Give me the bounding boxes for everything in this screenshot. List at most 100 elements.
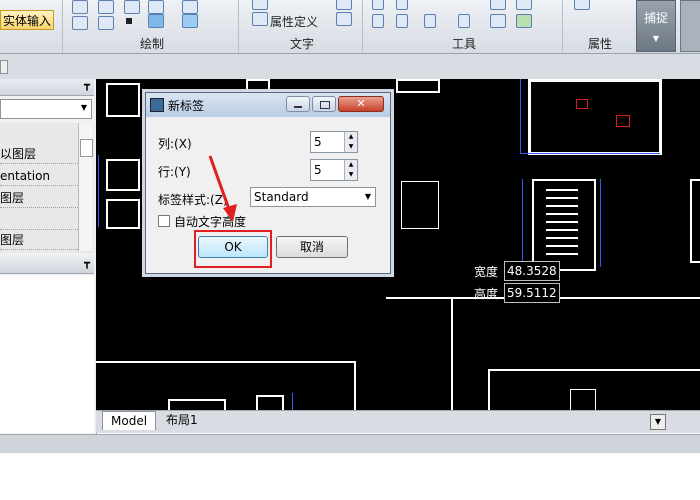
layer-list: 以图层 entation 图层 图层 [0, 123, 94, 253]
draw-group-label: 绘制 [140, 37, 165, 51]
minimize-button[interactable] [286, 96, 310, 112]
cad-shelves [546, 183, 578, 261]
cad-wall-line [451, 297, 453, 410]
minimize-icon [294, 106, 302, 108]
point-icon[interactable] [126, 18, 132, 24]
tool-icon[interactable] [396, 0, 408, 10]
properties-area [0, 299, 94, 433]
tool-icon[interactable] [372, 14, 384, 28]
edit-icon[interactable] [182, 0, 198, 14]
panel-toggle[interactable] [0, 60, 8, 74]
text-style-icon[interactable] [336, 12, 352, 26]
status-bar [0, 434, 700, 453]
row-stepper[interactable]: 5 ▲ ▼ [310, 159, 358, 181]
width-label: 宽度 [474, 265, 499, 279]
ribbon-separator [62, 0, 63, 53]
properties-icon[interactable] [574, 0, 590, 10]
cancel-button[interactable]: 取消 [276, 236, 348, 258]
cad-wall [396, 79, 440, 93]
label-style-select[interactable]: Standard ▼ [250, 187, 376, 207]
col-stepper[interactable]: 5 ▲ ▼ [310, 131, 358, 153]
annotation-arrow-icon [208, 155, 237, 222]
cad-fixture [256, 395, 284, 410]
cad-fixture [168, 399, 226, 410]
cad-line [520, 153, 660, 154]
properties-header [0, 275, 94, 300]
cad-fixture [106, 159, 140, 191]
cad-fixture [106, 199, 140, 229]
layer-dropdown[interactable]: ▼ [0, 99, 92, 119]
cad-line [98, 155, 99, 227]
dialog-titlebar: 新标签 ✕ [146, 93, 390, 117]
tool-icon[interactable] [516, 0, 532, 10]
block-icon[interactable] [148, 14, 164, 28]
maximize-icon [320, 101, 330, 109]
snap-label: 捕捉 [643, 11, 668, 25]
list-item[interactable]: 以图层 [0, 145, 78, 164]
ribbon-separator [362, 0, 363, 53]
list-item[interactable]: 图层 [0, 231, 78, 250]
chevron-down-icon: ▼ [80, 103, 87, 112]
text-group-label: 文字 [290, 37, 315, 51]
col-value: 5 [314, 135, 322, 149]
cad-line [520, 79, 521, 153]
rotate-icon[interactable] [98, 0, 114, 14]
height-input[interactable]: 59.5112 [504, 283, 560, 303]
text-edit-icon[interactable] [336, 0, 352, 10]
line-icon[interactable] [148, 0, 164, 14]
width-input[interactable]: 48.3528 [504, 261, 560, 281]
pin-icon[interactable]: ┳ [84, 258, 90, 269]
list-item[interactable]: entation [0, 167, 78, 186]
tool-icon[interactable] [490, 0, 506, 10]
tab-model[interactable]: Model [102, 411, 157, 430]
ribbon: 实体输入 绘制 属性定义 文字 工具 属性 捕捉 ▼ [0, 0, 700, 54]
cad-wall-line [354, 361, 356, 410]
ellipse-icon[interactable] [98, 16, 114, 30]
chevron-down-icon: ▼ [652, 34, 660, 43]
cad-line [522, 179, 523, 267]
auto-height-checkbox[interactable] [158, 215, 170, 227]
list-item[interactable]: 图层 [0, 189, 78, 208]
attr-def-icon[interactable] [252, 12, 268, 26]
tool-icon[interactable] [396, 14, 408, 28]
cad-wall-line [96, 361, 356, 363]
panel-titlebar: ┳ [0, 79, 94, 96]
arc-icon[interactable] [72, 16, 88, 30]
cad-line [292, 393, 293, 410]
tool-icon[interactable] [372, 0, 384, 10]
spin-down-icon[interactable]: ▼ [344, 142, 357, 152]
scrollbar-thumb[interactable] [80, 139, 93, 157]
close-button[interactable]: ✕ [338, 96, 384, 112]
toolbar-strip [0, 54, 700, 80]
maximize-button[interactable] [312, 96, 336, 112]
cad-marker [576, 99, 588, 109]
mtext-icon[interactable] [252, 0, 268, 10]
diamond-icon[interactable] [124, 0, 140, 14]
props-group-label: 属性 [588, 37, 613, 51]
snap-button[interactable]: 捕捉 ▼ [636, 0, 676, 52]
cad-room [528, 79, 662, 155]
pin-icon[interactable]: ┳ [84, 80, 90, 91]
edit-panel-button[interactable] [680, 0, 700, 52]
ribbon-separator [238, 0, 239, 53]
table-icon[interactable] [182, 14, 198, 28]
cad-fixture [570, 389, 596, 410]
ok-button[interactable]: OK [198, 236, 268, 258]
scrollbar[interactable] [78, 123, 93, 251]
style-value: Standard [254, 190, 309, 204]
app-icon [150, 98, 164, 112]
list-item[interactable] [0, 211, 78, 230]
polygon-icon[interactable] [72, 0, 88, 14]
close-icon: ✕ [356, 97, 366, 110]
row-value: 5 [314, 163, 322, 177]
chevron-down-icon[interactable]: ▼ [650, 414, 666, 430]
solid-input-button[interactable]: 实体输入 [0, 10, 54, 30]
tool-icon[interactable] [516, 14, 532, 28]
angle-icon[interactable] [424, 14, 436, 28]
attr-def-label[interactable]: 属性定义 [270, 13, 318, 30]
angle-icon[interactable] [458, 14, 470, 28]
spin-down-icon[interactable]: ▼ [344, 170, 357, 180]
tool-icon[interactable] [490, 14, 506, 28]
tab-layout1[interactable]: 布局1 [158, 411, 206, 429]
col-label: 列:(X) [158, 137, 192, 151]
